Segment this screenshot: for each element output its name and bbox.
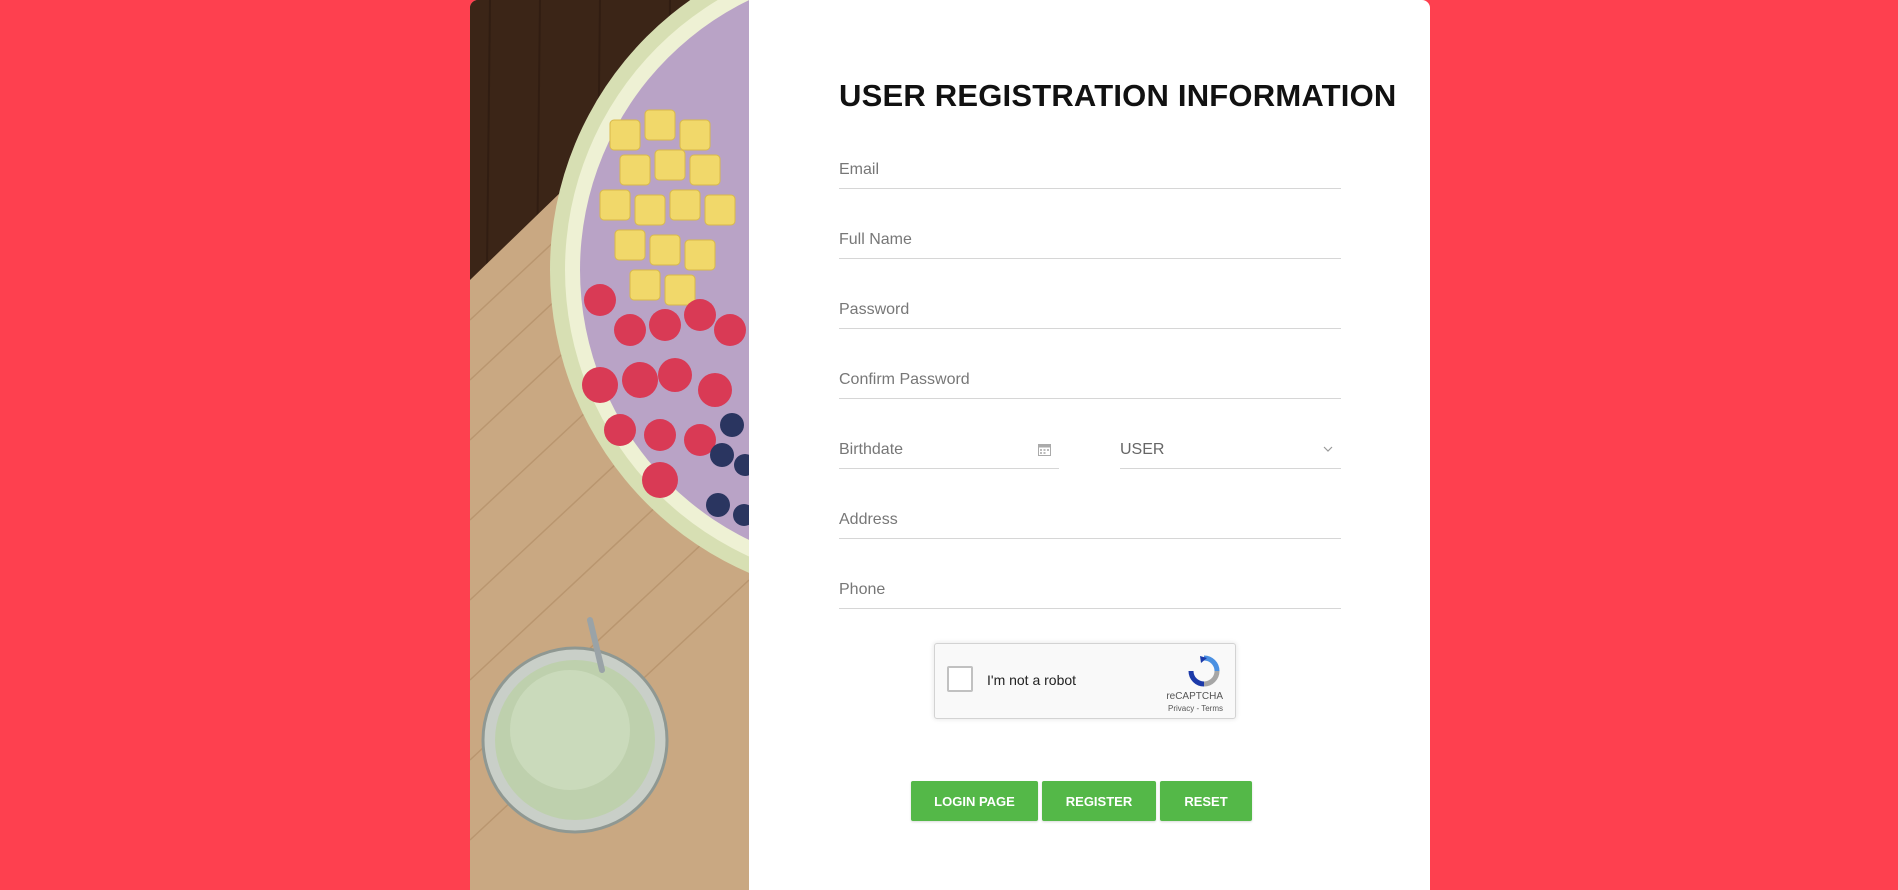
phone-field-wrapper xyxy=(839,574,1341,609)
reset-button[interactable]: RESET xyxy=(1160,781,1252,821)
role-select-value: USER xyxy=(1120,441,1165,458)
address-field-wrapper xyxy=(839,504,1341,539)
page-title: USER REGISTRATION INFORMATION xyxy=(839,78,1397,113)
recaptcha-links[interactable]: Privacy - Terms xyxy=(1168,704,1223,713)
birthdate-field[interactable] xyxy=(839,434,1059,466)
phone-field[interactable] xyxy=(839,574,1341,606)
recaptcha-widget: I'm not a robot reCAPTCHA Privacy - Term… xyxy=(934,643,1236,719)
registration-card: USER REGISTRATION INFORMATION Email Full… xyxy=(470,0,1430,890)
recaptcha-brand: reCAPTCHA xyxy=(1166,691,1223,702)
email-field[interactable] xyxy=(839,154,1341,186)
chevron-down-icon xyxy=(1323,446,1333,452)
register-button[interactable]: REGISTER xyxy=(1042,781,1156,821)
password-field[interactable] xyxy=(839,294,1341,326)
recaptcha-logo-icon xyxy=(1188,655,1220,687)
password-field-wrapper xyxy=(839,294,1341,329)
confirm-password-field[interactable] xyxy=(839,364,1341,396)
confirm-password-field-wrapper xyxy=(839,364,1341,399)
birthdate-field-wrapper xyxy=(839,434,1059,469)
full-name-field-wrapper xyxy=(839,224,1341,259)
full-name-field[interactable] xyxy=(839,224,1341,256)
calendar-icon[interactable] xyxy=(1038,443,1051,456)
recaptcha-label: I'm not a robot xyxy=(987,672,1077,688)
email-field-wrapper xyxy=(839,154,1341,189)
role-select[interactable]: USER xyxy=(1120,434,1341,469)
login-page-button[interactable]: LOGIN PAGE xyxy=(911,781,1038,821)
recaptcha-checkbox[interactable] xyxy=(947,666,973,692)
address-field[interactable] xyxy=(839,504,1341,536)
food-photo xyxy=(470,0,749,890)
